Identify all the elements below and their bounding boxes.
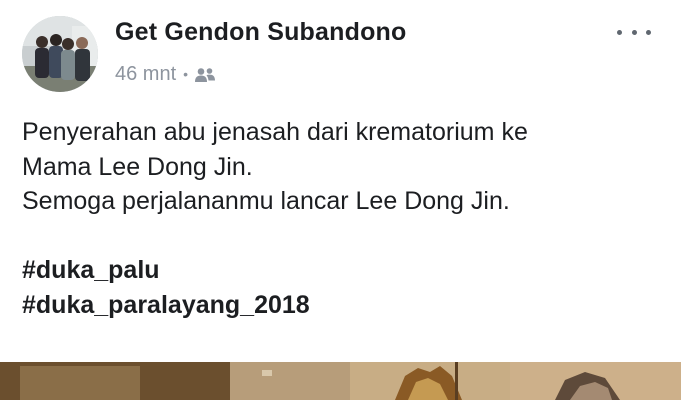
post-photo[interactable] [0, 362, 681, 400]
more-dots-icon[interactable] [617, 22, 651, 42]
dot [617, 29, 622, 35]
author-name[interactable]: Get Gendon Subandono [115, 18, 406, 47]
friends-icon[interactable] [194, 66, 216, 82]
post-text: Penyerahan abu jenasah dari krematorium … [22, 115, 662, 322]
hashtag-link[interactable]: #duka_palu [22, 253, 662, 288]
post-photo-image [0, 362, 681, 400]
avatar[interactable] [22, 16, 98, 92]
post-text-line: Mama Lee Dong Jin. [22, 152, 253, 181]
dot [646, 29, 651, 35]
avatar-photo [22, 16, 98, 92]
post-text-line: Penyerahan abu jenasah dari krematorium … [22, 118, 528, 146]
post-text-line: Semoga perjalananmu lancar Lee Dong Jin. [22, 187, 510, 215]
post-time[interactable]: 46 mnt [115, 63, 176, 86]
post-meta: 46 mnt • [115, 61, 216, 87]
dot [631, 29, 637, 35]
post-header: Get Gendon Subandono 46 mnt • [0, 0, 681, 100]
hashtag-link[interactable]: #duka_paralayang_2018 [22, 288, 662, 323]
meta-separator: • [183, 66, 189, 82]
